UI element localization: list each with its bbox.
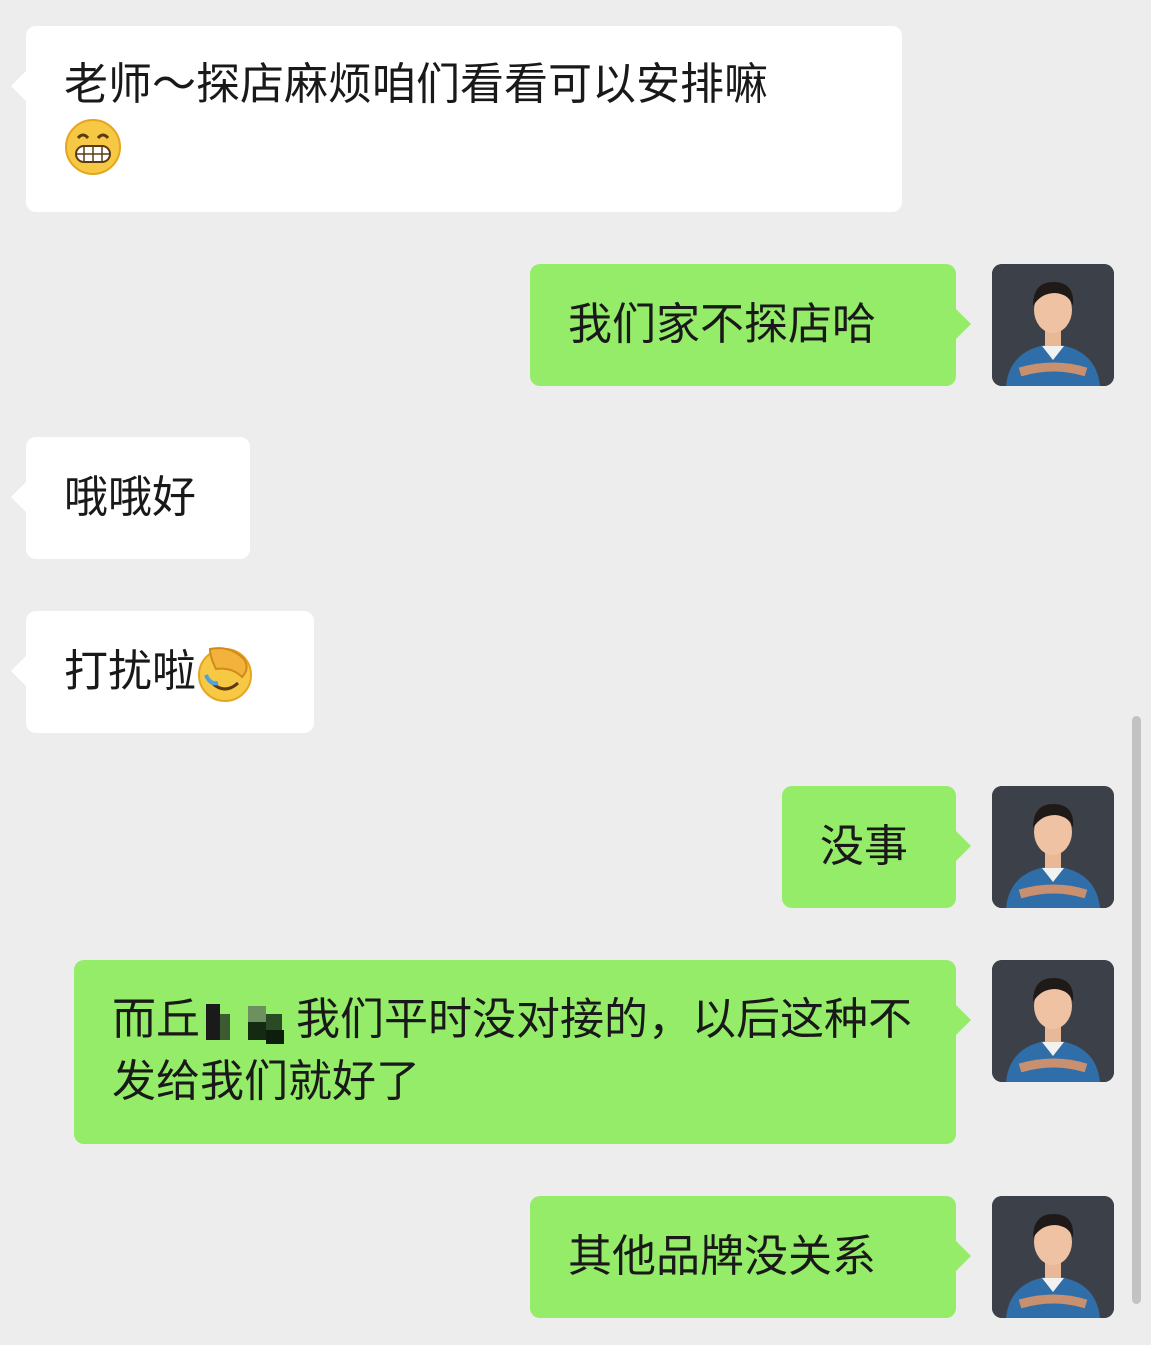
outgoing-message-bubble[interactable]: 而丘 我们平时没对接的，以后这种不发给我们就好了	[74, 960, 971, 1144]
user-avatar[interactable]	[992, 1196, 1114, 1318]
message-text: 老师～探店麻烦咱们看看可以安排嘛	[64, 59, 768, 110]
message-text: 哦哦好	[64, 472, 196, 523]
message-text: 其他品牌没关系	[568, 1231, 876, 1282]
message-text: 我们家不探店哈	[568, 299, 876, 350]
user-avatar[interactable]	[992, 960, 1114, 1082]
incoming-message-bubble[interactable]: 打扰啦	[11, 611, 314, 733]
redacted-mosaic	[200, 992, 296, 1052]
user-avatar[interactable]	[992, 786, 1114, 908]
outgoing-message-bubble[interactable]: 我们家不探店哈	[530, 264, 971, 386]
incoming-message-bubble[interactable]: 老师～探店麻烦咱们看看可以安排嘛	[11, 26, 902, 212]
facepalm-emoji-icon	[196, 645, 254, 703]
grinning-face-emoji-icon	[64, 118, 122, 176]
outgoing-message-bubble[interactable]: 没事	[782, 786, 971, 908]
message-text-prefix: 而丘	[112, 994, 200, 1045]
vertical-scrollbar[interactable]	[1132, 716, 1141, 1304]
message-text: 没事	[820, 821, 908, 872]
message-text: 打扰啦	[64, 646, 196, 697]
outgoing-message-bubble[interactable]: 其他品牌没关系	[530, 1196, 971, 1318]
user-avatar[interactable]	[992, 264, 1114, 386]
incoming-message-bubble[interactable]: 哦哦好	[11, 437, 250, 559]
